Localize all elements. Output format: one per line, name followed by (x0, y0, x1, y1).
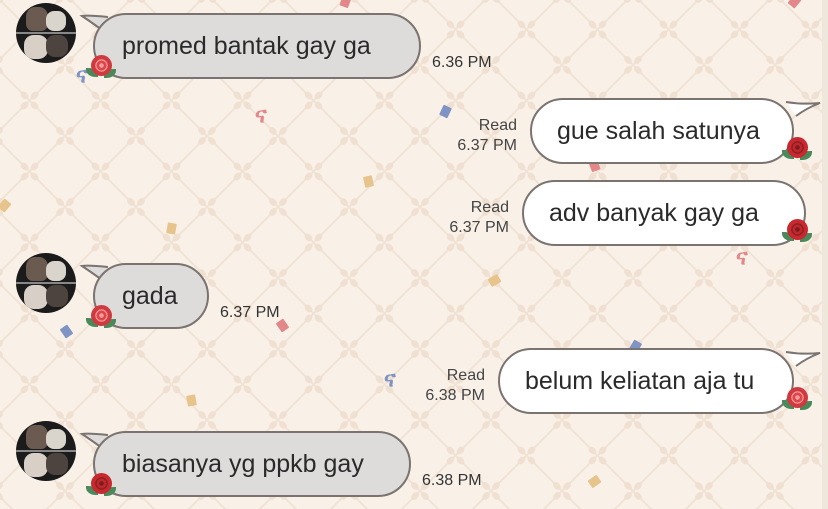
rose-sticker-icon (782, 219, 812, 245)
message-time: 6.37 PM (449, 219, 509, 236)
confetti-icon (166, 222, 177, 235)
message-time: 6.37 PM (220, 304, 280, 321)
confetti-icon: ና (736, 244, 748, 269)
message-text: gada (122, 281, 178, 310)
avatar[interactable] (16, 421, 76, 481)
message-text: belum keliatan aja tu (525, 366, 755, 395)
rose-sticker-icon (782, 137, 812, 163)
message-bubble[interactable]: belum keliatan aja tu (498, 348, 794, 414)
read-receipt: Read 6.37 PM (429, 198, 509, 238)
message-text: adv banyak gay ga (549, 198, 759, 227)
rose-sticker-icon (86, 473, 116, 499)
message-text: promed bantak gay ga (122, 31, 371, 60)
bubble-tail (785, 351, 821, 367)
message-bubble[interactable]: adv banyak gay ga (522, 180, 806, 246)
message-bubble[interactable]: gue salah satunya (530, 98, 794, 164)
scrollbar[interactable] (822, 0, 828, 509)
read-receipt: Read 6.37 PM (437, 116, 517, 156)
message-bubble[interactable]: promed bantak gay ga (93, 13, 421, 79)
confetti-icon: ና (255, 102, 267, 127)
read-label: Read (478, 117, 517, 134)
read-receipt: Read 6.38 PM (405, 366, 485, 406)
message-time: 6.37 PM (457, 137, 517, 154)
message-time: 6.38 PM (422, 472, 482, 489)
message-time: 6.38 PM (425, 387, 485, 404)
rose-sticker-icon (782, 387, 812, 413)
message-text: biasanya yg ppkb gay (122, 449, 364, 478)
confetti-icon (186, 394, 197, 407)
read-label: Read (470, 199, 509, 216)
message-time: 6.36 PM (432, 54, 492, 71)
rose-sticker-icon (86, 55, 116, 81)
read-label: Read (446, 367, 485, 384)
bubble-tail (785, 101, 821, 117)
message-bubble[interactable]: biasanya yg ppkb gay (93, 431, 411, 497)
avatar[interactable] (16, 253, 76, 313)
avatar[interactable] (16, 3, 76, 63)
rose-sticker-icon (86, 305, 116, 331)
confetti-icon: ና (384, 366, 396, 391)
message-text: gue salah satunya (557, 116, 760, 145)
